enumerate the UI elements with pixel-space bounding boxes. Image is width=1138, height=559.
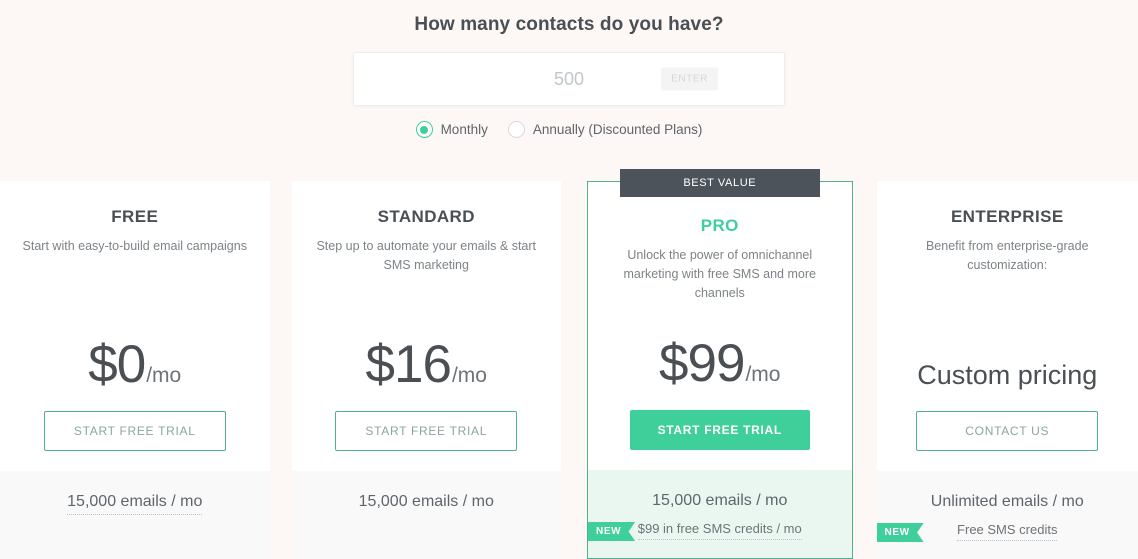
radio-option-monthly[interactable]: Monthly	[415, 121, 488, 138]
price-amount-standard: $16	[365, 335, 452, 394]
feature-emails-enterprise: Unlimited emails / mo	[930, 493, 1084, 510]
radio-label-monthly: Monthly	[440, 122, 488, 137]
pricing-plans-row: FREE Start with easy-to-build email camp…	[0, 169, 1138, 559]
plan-description-pro: Unlock the power of omnichannel marketin…	[623, 248, 816, 300]
new-badge-enterprise: NEW	[876, 523, 924, 542]
radio-selected-icon[interactable]	[415, 121, 433, 138]
radio-label-annually: Annually (Discounted Plans)	[532, 122, 703, 137]
start-free-trial-button-free[interactable]: START FREE TRIAL	[43, 411, 226, 451]
plan-card-standard: STANDARD Step up to automate your emails…	[291, 181, 561, 559]
plan-price-pro: $99 /mo	[604, 337, 836, 390]
plan-name-pro: PRO	[700, 216, 739, 235]
plan-price-free: $0 /mo	[16, 338, 254, 391]
radio-option-annually[interactable]: Annually (Discounted Plans)	[507, 121, 703, 138]
plan-name-enterprise: ENTERPRISE	[950, 207, 1064, 226]
feature-emails-pro: 15,000 emails / mo	[652, 492, 788, 509]
plan-description-enterprise: Benefit from enterprise-grade customizat…	[925, 239, 1089, 272]
billing-period-toggle: Monthly Annually (Discounted Plans)	[0, 121, 1138, 138]
plan-price-standard: $16 /mo	[308, 338, 546, 391]
start-free-trial-button-standard[interactable]: START FREE TRIAL	[335, 411, 518, 451]
start-free-trial-button-pro[interactable]: START FREE TRIAL	[629, 410, 810, 450]
plan-description-standard: Step up to automate your emails & start …	[316, 239, 537, 272]
feature-sms-credits-enterprise: Free SMS credits	[957, 522, 1058, 541]
radio-unselected-icon[interactable]	[507, 121, 525, 138]
feature-sms-credits-pro: $99 in free SMS credits / mo	[637, 521, 802, 540]
plan-card-free: FREE Start with easy-to-build email camp…	[0, 181, 270, 559]
price-period-standard: /mo	[451, 364, 487, 387]
plan-card-pro: BEST VALUE PRO Unlock the power of omnic…	[587, 169, 853, 559]
best-value-badge: BEST VALUE	[619, 169, 820, 197]
enter-button[interactable]: ENTER	[661, 67, 718, 91]
feature-emails-standard: 15,000 emails / mo	[358, 493, 494, 510]
feature-emails-free: 15,000 emails / mo	[67, 493, 203, 515]
price-period-free: /mo	[146, 364, 182, 387]
price-custom-enterprise: Custom pricing	[917, 360, 1098, 390]
plan-card-enterprise: ENTERPRISE Benefit from enterprise-grade…	[876, 181, 1138, 559]
plan-price-enterprise: Custom pricing	[893, 360, 1123, 391]
contact-us-button[interactable]: CONTACT US	[916, 411, 1099, 451]
plan-name-standard: STANDARD	[377, 207, 475, 226]
contacts-heading: How many contacts do you have?	[414, 14, 724, 35]
price-amount-pro: $99	[659, 334, 745, 393]
price-period-pro: /mo	[745, 363, 781, 386]
plan-description-free: Start with easy-to-build email campaigns	[22, 239, 247, 253]
contacts-input-container: ENTER	[353, 52, 785, 106]
plan-name-free: FREE	[111, 207, 159, 226]
price-amount-free: $0	[88, 335, 146, 394]
new-badge-pro: NEW	[588, 522, 636, 541]
